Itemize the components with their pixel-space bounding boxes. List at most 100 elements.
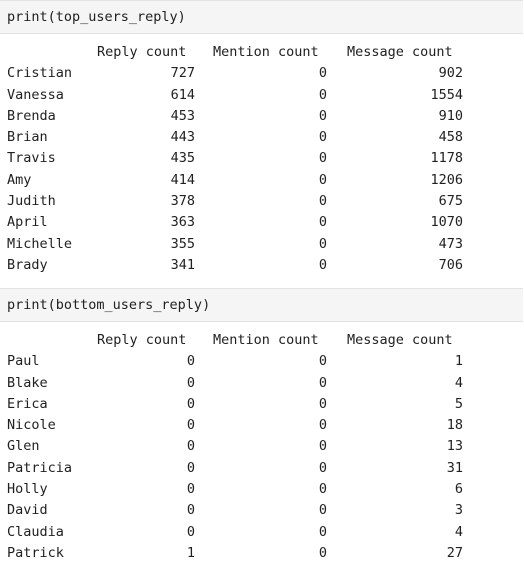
mention-count: 0 — [318, 481, 327, 498]
message-count: 4 — [454, 374, 463, 391]
table-row: Vanessa 614 0 1554 — [0, 85, 524, 106]
reply-count: 363 — [170, 214, 195, 231]
column-header-reply: Reply count — [97, 332, 187, 348]
row-name: Vanessa — [7, 86, 64, 103]
mention-count: 0 — [318, 129, 327, 146]
mention-count: 0 — [318, 502, 327, 519]
reply-count: 341 — [170, 256, 195, 273]
row-name: Patrick — [7, 544, 64, 561]
column-header-reply: Reply count — [97, 44, 187, 60]
table-row: Nicole 0 0 18 — [0, 415, 524, 436]
reply-count: 0 — [186, 353, 195, 370]
message-count: 1554 — [430, 86, 463, 103]
message-count: 4 — [454, 523, 463, 540]
message-count: 27 — [446, 544, 463, 561]
row-name: Brady — [7, 256, 48, 273]
code-cell-input-bottom[interactable]: print(bottom_users_reply) — [0, 288, 523, 322]
reply-count: 414 — [170, 171, 195, 188]
mention-count: 0 — [318, 417, 327, 434]
table-row: Judith 378 0 675 — [0, 191, 524, 212]
column-header-message: Message count — [347, 44, 453, 60]
row-name: Glen — [7, 438, 40, 455]
mention-count: 0 — [318, 374, 327, 391]
row-name: Brenda — [7, 107, 56, 124]
table-row: Glen 0 0 13 — [0, 436, 524, 457]
reply-count: 0 — [186, 523, 195, 540]
table-row: Michelle 355 0 473 — [0, 234, 524, 255]
column-header-mention: Mention count — [213, 44, 319, 60]
reply-count: 443 — [170, 129, 195, 146]
table-body: Cristian 727 0 902 Vanessa 614 0 1554 Brenda 453 0… — [0, 63, 524, 276]
reply-count: 0 — [186, 502, 195, 519]
table-header: Reply count Mention count Message count — [0, 330, 524, 351]
message-count: 5 — [454, 395, 463, 412]
table-body: Paul 0 0 1 Blake 0 0 4 Erica 0 0 5 Nicole 0 0 18 Glen 0 0 1… — [0, 351, 524, 564]
row-name: Patricia — [7, 459, 73, 476]
row-name: Travis — [7, 150, 56, 167]
reply-count: 0 — [186, 438, 195, 455]
mention-count: 0 — [318, 523, 327, 540]
message-count: 1070 — [430, 214, 463, 231]
column-header-mention: Mention count — [213, 332, 319, 348]
row-name: Paul — [7, 353, 40, 370]
mention-count: 0 — [318, 459, 327, 476]
table-row: Brian 443 0 458 — [0, 127, 524, 148]
cell-output-top: Reply count Mention count Message count … — [0, 42, 524, 276]
row-name: Erica — [7, 395, 48, 412]
row-name: Holly — [7, 481, 48, 498]
table-row: Travis 435 0 1178 — [0, 148, 524, 169]
row-name: Amy — [7, 171, 32, 188]
code-cell-input-top[interactable]: print(top_users_reply) — [0, 0, 523, 34]
reply-count: 614 — [170, 86, 195, 103]
message-count: 675 — [438, 193, 463, 210]
message-count: 6 — [454, 481, 463, 498]
message-count: 1178 — [430, 150, 463, 167]
row-name: April — [7, 214, 48, 231]
message-count: 902 — [438, 65, 463, 82]
reply-count: 0 — [186, 374, 195, 391]
mention-count: 0 — [318, 65, 327, 82]
table-row: Blake 0 0 4 — [0, 373, 524, 394]
row-name: Brian — [7, 129, 48, 146]
message-count: 458 — [438, 129, 463, 146]
table-row: Brady 341 0 706 — [0, 255, 524, 276]
reply-count: 435 — [170, 150, 195, 167]
reply-count: 453 — [170, 107, 195, 124]
row-name: Nicole — [7, 417, 56, 434]
reply-count: 0 — [186, 459, 195, 476]
row-name: David — [7, 502, 48, 519]
reply-count: 727 — [170, 65, 195, 82]
table-row: April 363 0 1070 — [0, 212, 524, 233]
cell-output-bottom: Reply count Mention count Message count … — [0, 330, 524, 564]
mention-count: 0 — [318, 171, 327, 188]
table-row: Patricia 0 0 31 — [0, 458, 524, 479]
column-header-message: Message count — [347, 332, 453, 348]
table-row: Amy 414 0 1206 — [0, 170, 524, 191]
mention-count: 0 — [318, 544, 327, 561]
message-count: 3 — [454, 502, 463, 519]
message-count: 1206 — [430, 171, 463, 188]
reply-count: 0 — [186, 417, 195, 434]
message-count: 910 — [438, 107, 463, 124]
row-name: Cristian — [7, 65, 73, 82]
mention-count: 0 — [318, 395, 327, 412]
table-row: Brenda 453 0 910 — [0, 106, 524, 127]
row-name: Judith — [7, 193, 56, 210]
reply-count: 0 — [186, 481, 195, 498]
message-count: 1 — [454, 353, 463, 370]
message-count: 13 — [446, 438, 463, 455]
table-row: Patrick 1 0 27 — [0, 543, 524, 564]
message-count: 31 — [446, 459, 463, 476]
reply-count: 0 — [186, 395, 195, 412]
row-name: Claudia — [7, 523, 64, 540]
table-row: Cristian 727 0 902 — [0, 63, 524, 84]
code-text: print(top_users_reply) — [7, 9, 186, 25]
message-count: 473 — [438, 235, 463, 252]
row-name: Michelle — [7, 235, 73, 252]
mention-count: 0 — [318, 353, 327, 370]
message-count: 18 — [446, 417, 463, 434]
row-name: Blake — [7, 374, 48, 391]
mention-count: 0 — [318, 150, 327, 167]
mention-count: 0 — [318, 86, 327, 103]
table-row: Claudia 0 0 4 — [0, 522, 524, 543]
